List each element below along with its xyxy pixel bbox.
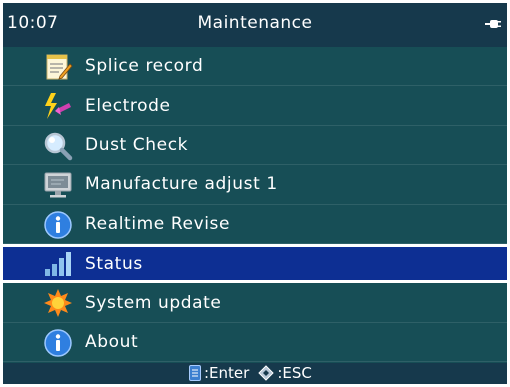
esc-hint-label: :ESC [277,364,312,382]
menu-item-manufacture-adjust-1[interactable]: Manufacture adjust 1 [3,165,507,205]
info-icon [44,210,72,239]
electrode-spark-icon [45,93,71,120]
esc-key-icon [258,365,275,381]
key-hints: :Enter :ESC [189,364,312,382]
menu-item-label: System update [85,292,222,313]
gear-sun-icon [44,289,72,318]
info-icon [44,328,72,357]
menu-item-electrode[interactable]: Electrode [3,86,507,126]
plug-icon [485,20,501,28]
page-title: Maintenance [197,13,313,33]
menu-item-status[interactable]: Status [3,243,507,284]
menu-item-label: About [85,331,139,352]
signal-bars-icon [45,251,71,276]
monitor-icon [44,172,72,198]
menu-item-label: Realtime Revise [85,213,231,234]
magnifier-icon [44,132,73,161]
notepad-pencil-icon [46,54,73,80]
status-bar: 10:07 Maintenance [3,3,507,47]
key-hint-bar: :Enter :ESC [3,363,507,384]
menu-item-label: Status [85,253,143,274]
menu-item-label: Manufacture adjust 1 [85,174,278,195]
enter-key-icon [189,365,201,381]
menu-item-dust-check[interactable]: Dust Check [3,126,507,166]
menu-item-label: Electrode [85,95,171,116]
menu-item-realtime-revise[interactable]: Realtime Revise [3,205,507,244]
menu-item-about[interactable]: About [3,323,507,363]
menu-item-splice-record[interactable]: Splice record [3,47,507,87]
maintenance-menu: Splice record Electrode Dust Check Manuf… [3,47,507,363]
device-screen: 10:07 Maintenance Splice record Electrod… [3,3,507,384]
menu-item-system-update[interactable]: System update [3,283,507,323]
menu-item-label: Splice record [85,56,204,77]
menu-item-label: Dust Check [85,134,189,155]
enter-hint-label: :Enter [204,364,250,382]
